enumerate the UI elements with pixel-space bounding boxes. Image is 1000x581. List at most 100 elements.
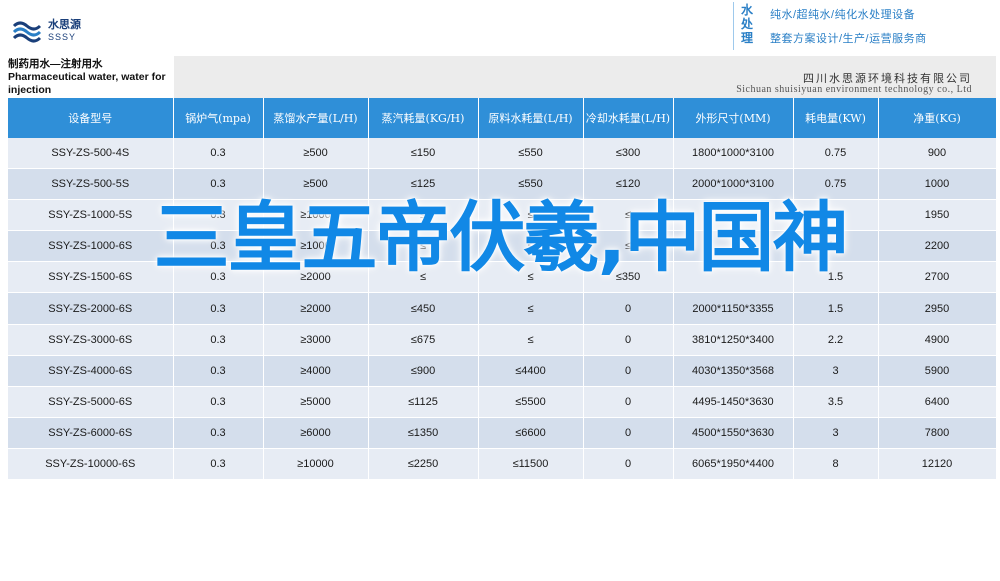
- logo-name-cn: 水思源: [48, 19, 81, 31]
- logo-name-en: SSSY: [48, 32, 77, 42]
- column-header: 外形尺寸(MM): [673, 98, 794, 138]
- table-cell: 0.3: [173, 199, 264, 232]
- table-cell: 1800*1000*3100: [673, 138, 794, 170]
- table-cell: 0.3: [173, 448, 264, 481]
- company-name-en: Sichuan shuisiyuan environment technolog…: [736, 84, 972, 95]
- table-cell: 0.3: [173, 324, 264, 356]
- brand-slogan: 水处理 纯水/超纯水/纯化水处理设备 整套方案设计/生产/运营服务商: [733, 2, 996, 50]
- table-cell: 0.3: [173, 355, 264, 387]
- table-cell: ≤2250: [368, 448, 479, 481]
- table-cell: ≤125: [368, 168, 479, 201]
- table-cell: 2000*1000*3100: [673, 168, 794, 201]
- table-cell: 2950: [878, 292, 997, 325]
- table-cell: ≤: [478, 199, 584, 232]
- table-cell: SSY-ZS-4000-6S: [8, 355, 174, 387]
- table-cell: ≤1350: [368, 417, 479, 449]
- table-cell: ≥500: [263, 138, 369, 170]
- table-cell: ≤550: [478, 138, 584, 170]
- table-cell: 0.3: [173, 168, 264, 201]
- table-cell: ≤450: [368, 292, 479, 325]
- table-cell: 0.3: [173, 261, 264, 294]
- table-cell: ≥1000: [263, 199, 369, 232]
- table-cell: ≤: [368, 261, 479, 294]
- table-cell: ≤300: [583, 138, 674, 170]
- table-cell: [673, 199, 794, 232]
- table-row: SSY-ZS-3000-6S 0.3 ≥3000 ≤675 ≤0 3810*1250*34…: [8, 324, 997, 356]
- table-cell: 0.3: [173, 230, 264, 263]
- column-header: 蒸汽耗量(KG/H): [368, 98, 479, 138]
- table-cell: 1.1: [793, 199, 879, 232]
- brand-vertical-label: 水处理: [740, 3, 753, 45]
- table-cell: 0.75: [793, 138, 879, 170]
- table-cell: SSY-ZS-6000-6S: [8, 417, 174, 449]
- table-cell: SSY-ZS-1500-6S: [8, 261, 174, 294]
- table-row: SSY-ZS-5000-6S 0.3 ≥5000 ≤1125 ≤5500 0 4495-14…: [8, 386, 997, 418]
- table-cell: 0.3: [173, 386, 264, 418]
- table-cell: ≥4000: [263, 355, 369, 387]
- product-title: 制药用水—注射用水 Pharmaceutical water, water fo…: [8, 58, 166, 96]
- table-cell: SSY-ZS-500-5S: [8, 168, 174, 201]
- table-cell: ≤150: [368, 138, 479, 170]
- table-cell: SSY-ZS-10000-6S: [8, 448, 174, 481]
- table-cell: 2000*1150*3355: [673, 292, 794, 325]
- table-cell: ≤5500: [478, 386, 584, 418]
- table-cell: 0.3: [173, 138, 264, 170]
- spec-table-container: 设备型号 锅炉气(mpa) 蒸馏水产量(L/H) 蒸汽耗量(KG/H) 原料水耗量(L/…: [8, 98, 997, 481]
- table-cell: ≤550: [478, 168, 584, 201]
- table-row: SSY-ZS-6000-6S 0.3 ≥6000 ≤1350 ≤6600 0 4500*15…: [8, 417, 997, 449]
- table-cell: 3: [793, 417, 879, 449]
- table-cell: ≤: [478, 324, 584, 356]
- table-cell: ≥1000: [263, 230, 369, 263]
- table-cell: SSY-ZS-500-4S: [8, 138, 174, 170]
- table-cell: 3810*1250*3400: [673, 324, 794, 356]
- table-cell: ≤350: [583, 261, 674, 294]
- table-cell: 4495-1450*3630: [673, 386, 794, 418]
- table-row: SSY-ZS-2000-6S 0.3 ≥2000 ≤450 ≤0 2000*1150*33…: [8, 292, 997, 325]
- table-cell: 8: [793, 448, 879, 481]
- company-banner: 四川水思源环境科技有限公司 Sichuan shuisiyuan environ…: [174, 56, 996, 98]
- table-cell: ≤: [583, 230, 674, 263]
- table-row: SSY-ZS-500-4S 0.3 ≥500 ≤150 ≤550 ≤300 1800*100…: [8, 138, 997, 170]
- table-cell: ≤: [478, 261, 584, 294]
- table-cell: SSY-ZS-2000-6S: [8, 292, 174, 325]
- table-cell: 0: [583, 292, 674, 325]
- table-cell: 3.5: [793, 386, 879, 418]
- table-cell: 1950: [878, 199, 997, 232]
- table-cell: 0: [583, 417, 674, 449]
- table-cell: ≥5000: [263, 386, 369, 418]
- column-header: 耗电量(KW): [793, 98, 879, 138]
- table-cell: 0.3: [173, 417, 264, 449]
- table-row: SSY-ZS-1000-5S 0.3 ≥1000 ≤ ≤ ≤1.1 1950: [8, 199, 997, 232]
- table-cell: 2700: [878, 261, 997, 294]
- top-header: 水思源 SSSY 水处理 纯水/超纯水/纯化水处理设备 整套方案设计/生产/运营…: [0, 0, 1000, 56]
- table-cell: 6065*1950*4400: [673, 448, 794, 481]
- column-header: 蒸馏水产量(L/H): [263, 98, 369, 138]
- table-cell: ≥500: [263, 168, 369, 201]
- table-cell: 6400: [878, 386, 997, 418]
- table-row: SSY-ZS-1000-6S 0.3 ≥1000 ≤ ≤ ≤1.1 2200: [8, 230, 997, 263]
- table-cell: ≥3000: [263, 324, 369, 356]
- table-cell: 1.5: [793, 261, 879, 294]
- table-cell: ≤11500: [478, 448, 584, 481]
- table-cell: ≤675: [368, 324, 479, 356]
- table-cell: 3: [793, 355, 879, 387]
- table-row: SSY-ZS-500-5S 0.3 ≥500 ≤125 ≤550 ≤120 2000*100…: [8, 168, 997, 201]
- water-drop-logo-icon: [12, 21, 42, 43]
- table-cell: SSY-ZS-3000-6S: [8, 324, 174, 356]
- column-header: 设备型号: [8, 98, 174, 138]
- table-cell: ≤: [583, 199, 674, 232]
- table-cell: 0: [583, 386, 674, 418]
- column-header: 冷却水耗量(L/H): [583, 98, 674, 138]
- table-cell: SSY-ZS-1000-5S: [8, 199, 174, 232]
- table-cell: 1.5: [793, 292, 879, 325]
- table-cell: 0: [583, 324, 674, 356]
- table-cell: 1000: [878, 168, 997, 201]
- table-cell: 2200: [878, 230, 997, 263]
- table-cell: 0.75: [793, 168, 879, 201]
- table-cell: ≤6600: [478, 417, 584, 449]
- table-cell: 12120: [878, 448, 997, 481]
- table-cell: 1.1: [793, 230, 879, 263]
- table-cell: ≤1125: [368, 386, 479, 418]
- table-cell: 4500*1550*3630: [673, 417, 794, 449]
- column-header: 锅炉气(mpa): [173, 98, 264, 138]
